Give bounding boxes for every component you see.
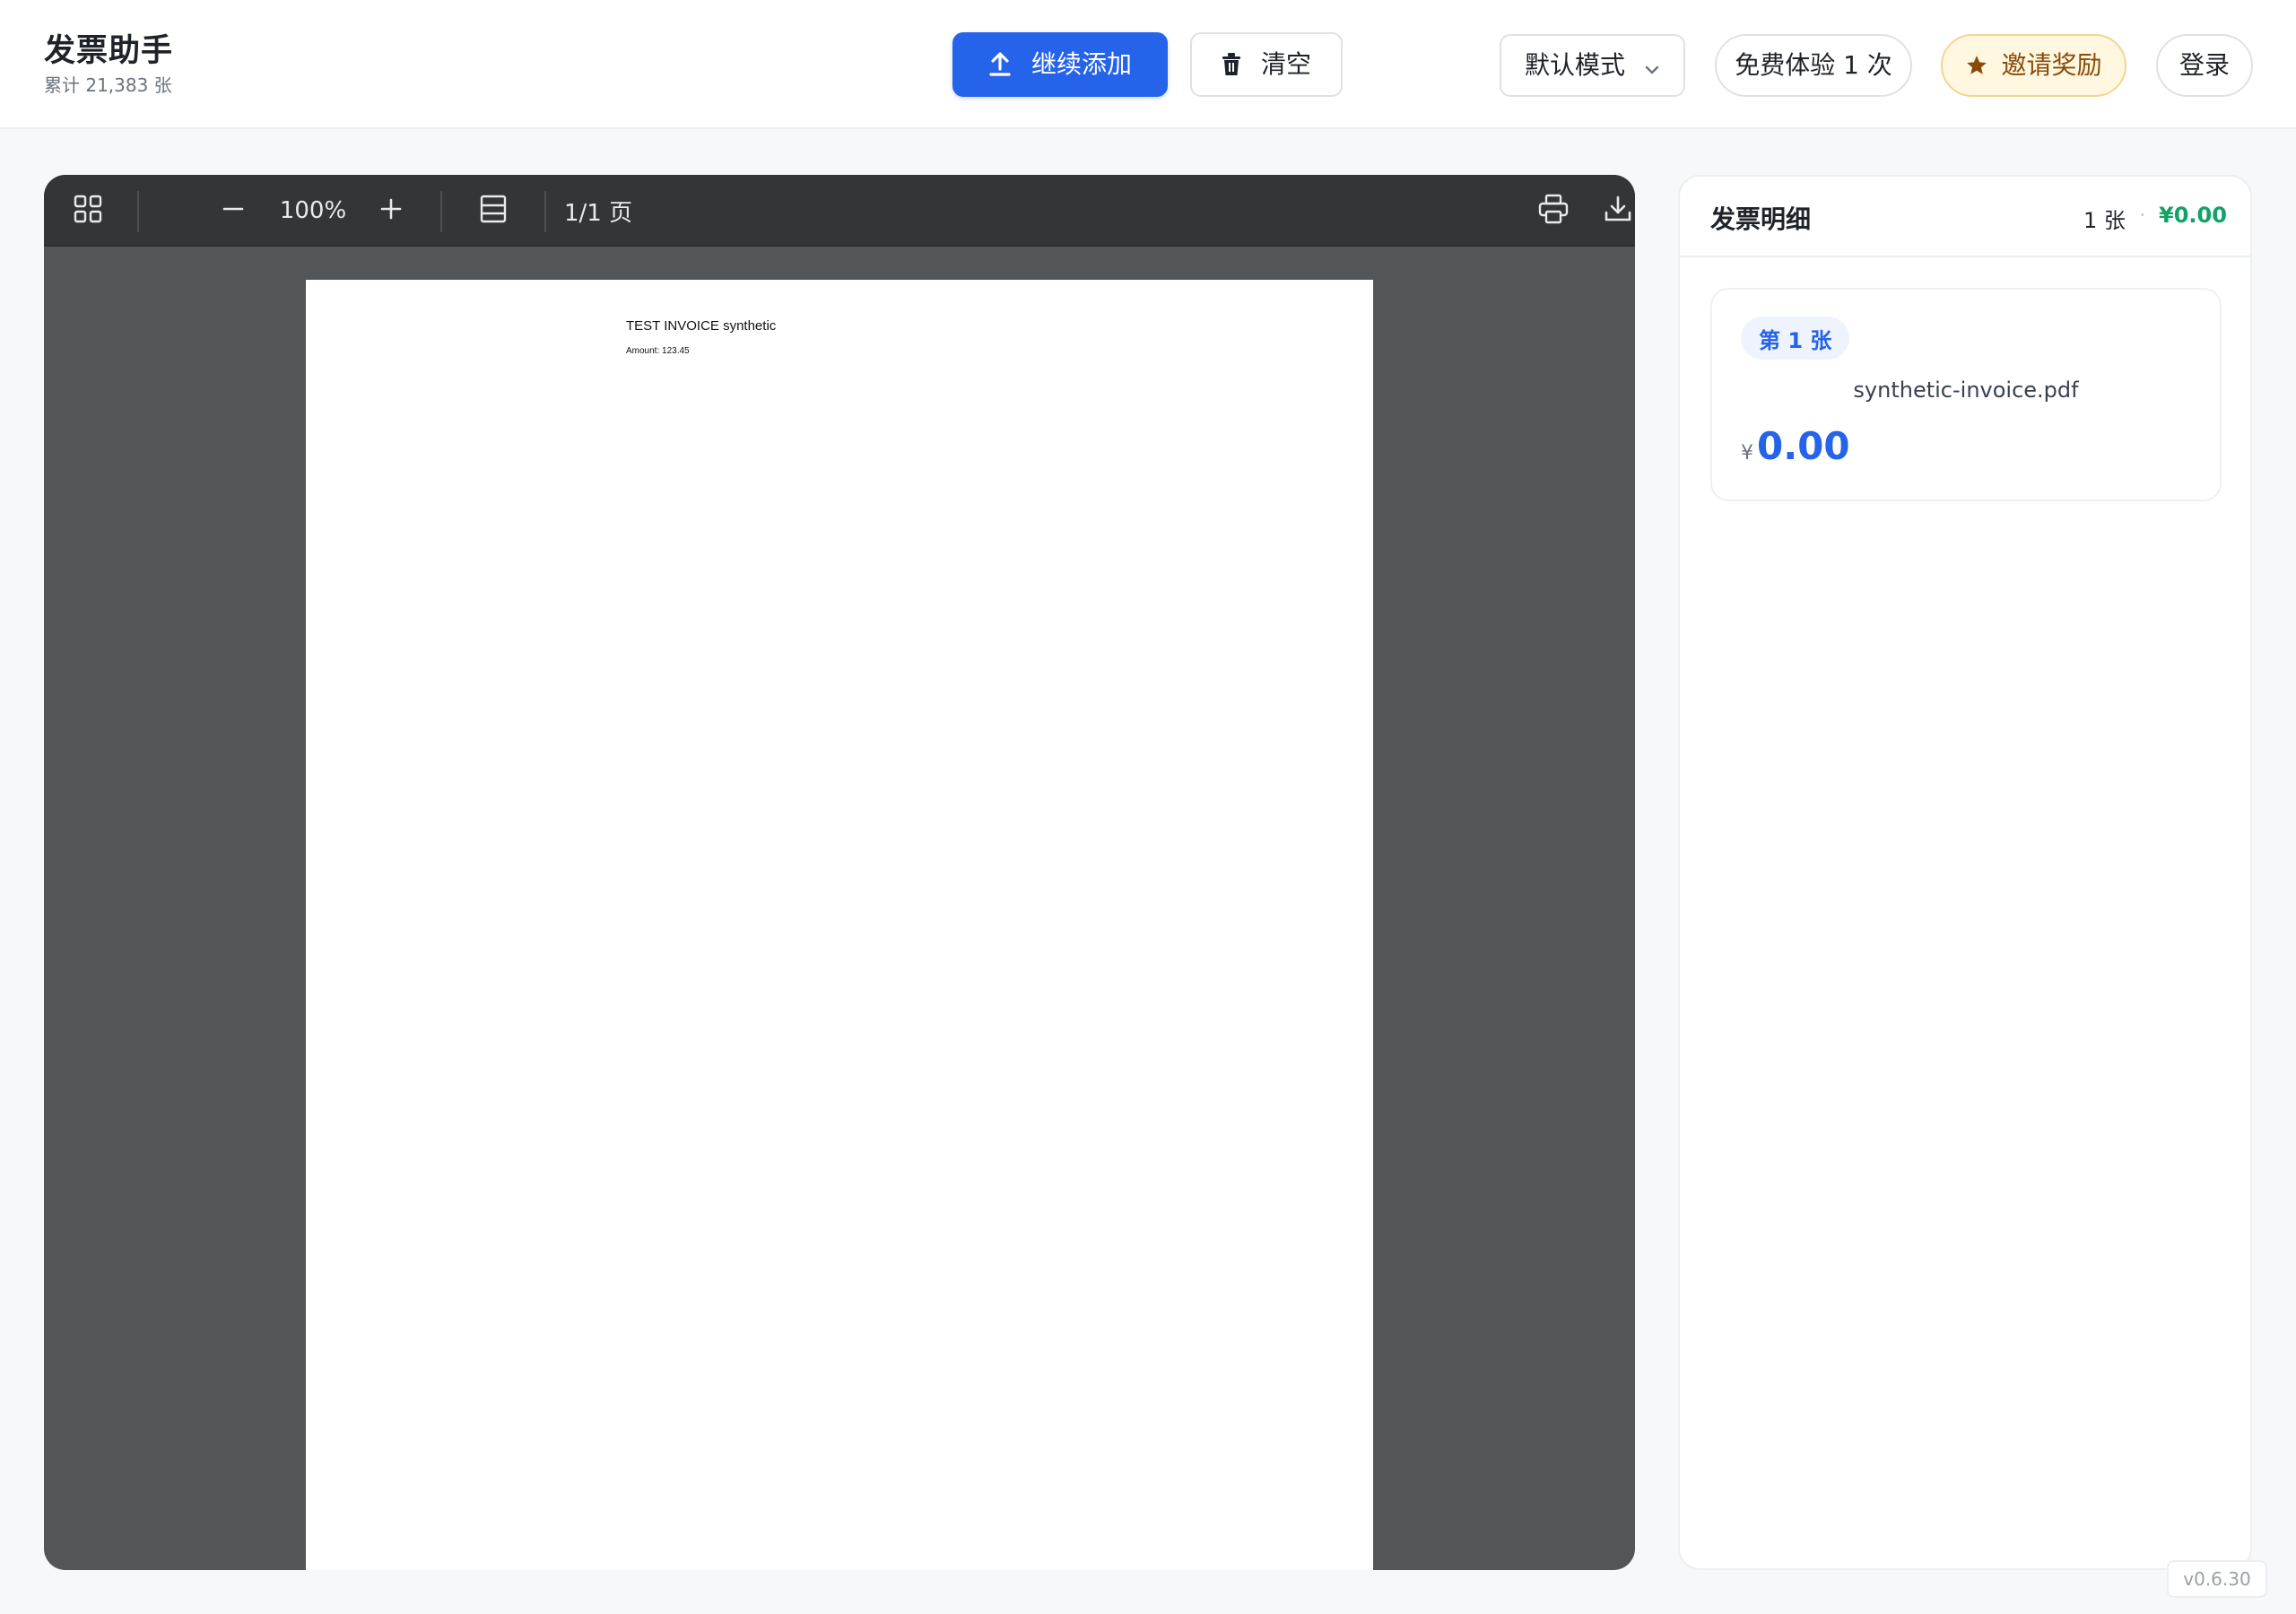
app-title: 发票助手 <box>44 33 174 69</box>
toolbar-divider <box>440 191 442 232</box>
zoom-in-icon <box>379 197 403 224</box>
add-more-button[interactable]: 继续添加 <box>952 32 1168 97</box>
print-button[interactable] <box>1527 175 1579 247</box>
panel-title: 发票明细 <box>1710 204 1812 234</box>
pdf-page: TEST INVOICE synthetic Amount: 123.45 <box>306 280 1373 1570</box>
page-indicator: 1/1 页 <box>564 199 633 227</box>
invoice-amount: ¥ 0.00 <box>1741 424 1850 468</box>
viewer-toolbar: 100% 1/1 页 <box>44 175 1635 247</box>
invoice-card[interactable]: 第 1 张 synthetic-invoice.pdf ¥ 0.00 <box>1710 288 2222 501</box>
invoice-details-panel: 发票明细 1 张 · ¥0.00 第 1 张 synthetic-invoice… <box>1678 175 2252 1570</box>
invoice-count: 1 张 <box>2083 208 2126 233</box>
invoice-filename: synthetic-invoice.pdf <box>1853 377 2079 403</box>
page-layout-button[interactable] <box>467 175 519 247</box>
chevron-down-icon <box>1644 57 1660 82</box>
panel-header: 发票明细 1 张 · ¥0.00 <box>1680 177 2250 257</box>
star-icon <box>1965 54 1988 77</box>
brand: 发票助手 累计 21,383 张 <box>44 30 173 97</box>
trash-icon <box>1222 53 1241 76</box>
invoice-index-badge: 第 1 张 <box>1741 317 1850 360</box>
invite-reward-label: 邀请奖励 <box>2001 50 2102 80</box>
zoom-out-icon <box>222 197 245 224</box>
page-layout-icon <box>480 195 507 227</box>
clear-button[interactable]: 清空 <box>1190 32 1343 97</box>
grid-icon <box>74 195 102 227</box>
invite-reward-button[interactable]: 邀请奖励 <box>1941 34 2126 97</box>
zoom-out-button[interactable] <box>207 175 259 247</box>
upload-icon <box>988 52 1012 77</box>
download-button[interactable] <box>1592 175 1635 247</box>
print-icon <box>1538 194 1569 228</box>
toolbar-divider <box>137 191 139 232</box>
add-more-label: 继续添加 <box>1031 49 1132 79</box>
document-title: TEST INVOICE synthetic <box>626 318 777 334</box>
thumbnails-button[interactable] <box>62 175 114 247</box>
amount-value: 0.00 <box>1757 424 1850 468</box>
zoom-level[interactable]: 100% <box>268 175 358 247</box>
mode-select-value: 默认模式 <box>1525 50 1626 80</box>
app-subtitle: 累计 21,383 张 <box>44 74 172 96</box>
currency-symbol: ¥ <box>1741 442 1753 464</box>
toolbar-divider <box>544 191 546 232</box>
free-trial-label: 免费体验 1 次 <box>1735 50 1892 80</box>
download-icon <box>1604 195 1632 227</box>
clear-label: 清空 <box>1260 49 1311 79</box>
login-label: 登录 <box>2179 50 2230 80</box>
invoice-total: ¥0.00 <box>2159 203 2227 228</box>
version-badge: v0.6.30 <box>2167 1560 2267 1598</box>
zoom-in-button[interactable] <box>365 175 417 247</box>
document-amount: Amount: 123.45 <box>626 346 690 356</box>
login-button[interactable]: 登录 <box>2156 34 2253 97</box>
mode-select[interactable]: 默认模式 <box>1500 34 1685 97</box>
app-header: 发票助手 累计 21,383 张 继续添加 清空 默认模式 免费体验 1 次 邀… <box>0 0 2296 129</box>
free-trial-button[interactable]: 免费体验 1 次 <box>1715 34 1912 97</box>
pdf-viewer: 100% 1/1 页 TEST INVOICE synthetic Amount… <box>44 175 1635 1570</box>
count-separator: · <box>2139 203 2146 228</box>
